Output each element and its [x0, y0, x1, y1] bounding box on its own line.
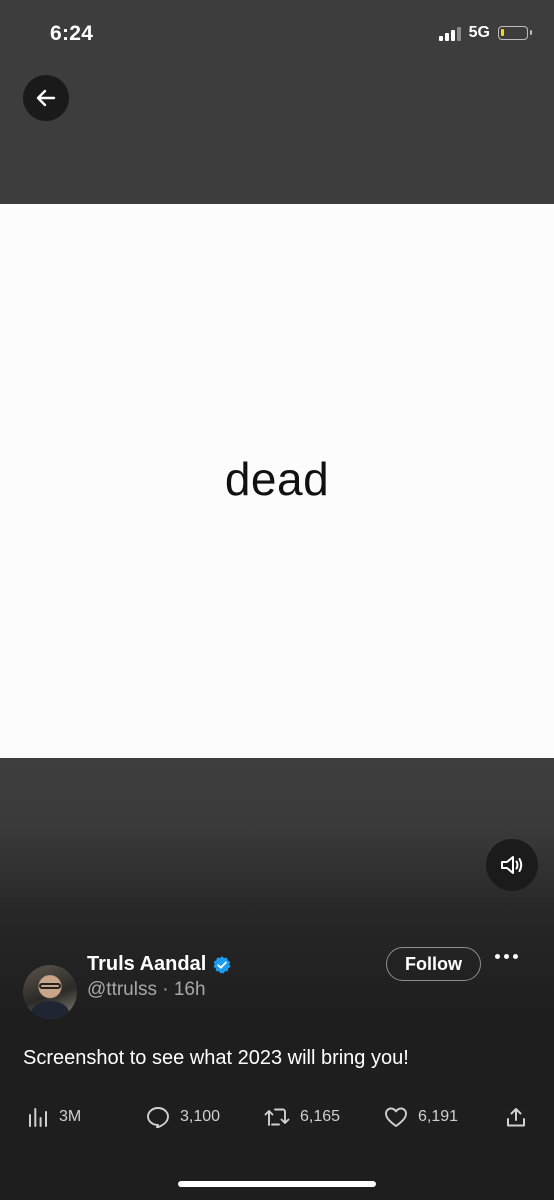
author-handle[interactable]: @ttrulss — [87, 979, 157, 1000]
retweet-button[interactable]: 6,165 — [264, 1106, 340, 1128]
like-count: 6,191 — [418, 1108, 459, 1125]
share-button[interactable] — [505, 1106, 527, 1128]
sound-toggle-button[interactable] — [486, 839, 538, 891]
like-icon — [385, 1107, 407, 1127]
back-button[interactable] — [23, 75, 69, 121]
tweet-text: Screenshot to see what 2023 will bring y… — [23, 1047, 409, 1069]
reply-count: 3,100 — [180, 1108, 221, 1125]
author-name-text: Truls Aandal — [87, 953, 207, 975]
share-icon — [507, 1108, 525, 1127]
tweet-time: · 16h — [162, 979, 206, 1000]
top-bar: 6:24 5G — [0, 0, 554, 204]
home-indicator[interactable] — [178, 1181, 376, 1187]
avatar[interactable] — [23, 965, 77, 1019]
handle-line: @ttrulss · 16h — [87, 979, 206, 1001]
network-label: 5G — [468, 24, 490, 41]
tweet-media[interactable]: dead — [0, 204, 554, 758]
retweet-count: 6,165 — [300, 1108, 341, 1125]
views-count: 3M — [59, 1108, 82, 1125]
status-indicators: 5G — [438, 24, 532, 42]
media-text: dead — [224, 453, 330, 505]
more-icon[interactable] — [495, 954, 518, 959]
author-name[interactable]: Truls Aandal — [87, 953, 232, 976]
back-arrow-icon — [36, 89, 56, 107]
verified-badge-icon — [213, 955, 231, 973]
views-icon — [29, 1108, 47, 1127]
signal-icon — [438, 26, 461, 41]
speaker-icon — [501, 856, 523, 874]
follow-button[interactable]: Follow — [386, 947, 481, 981]
reply-icon — [147, 1107, 169, 1128]
reply-button[interactable]: 3,100 — [146, 1106, 220, 1128]
retweet-icon — [264, 1108, 290, 1126]
status-time: 6:24 — [50, 22, 94, 45]
like-button[interactable]: 6,191 — [384, 1106, 458, 1128]
tweet-actions: 3M 3,100 6,165 6,191 — [0, 1106, 554, 1132]
battery-icon — [498, 26, 532, 40]
views-button[interactable]: 3M — [27, 1106, 81, 1128]
